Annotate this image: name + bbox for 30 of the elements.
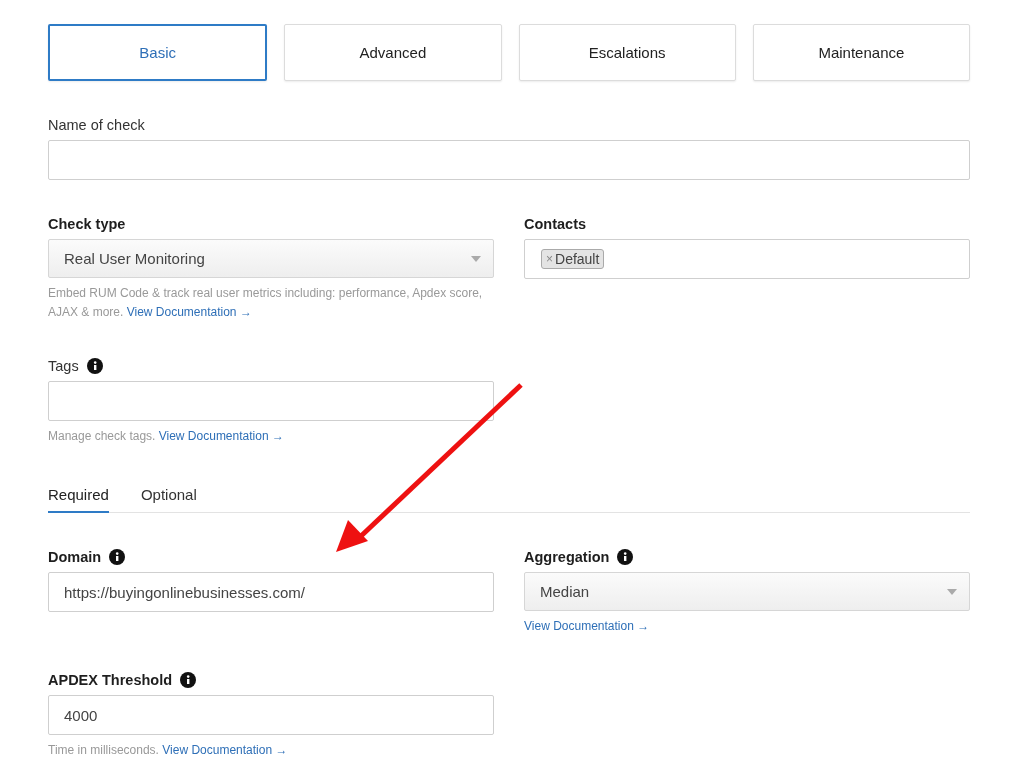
- field-label: Aggregation: [524, 549, 610, 565]
- tab[interactable]: Maintenance: [752, 24, 970, 81]
- field-label: Domain: [48, 549, 102, 565]
- tab[interactable]: Basic: [48, 24, 268, 81]
- tab[interactable]: Optional: [140, 486, 197, 513]
- field-label: Contacts: [524, 216, 587, 232]
- tab[interactable]: Advanced: [284, 24, 502, 81]
- tab[interactable]: Escalations: [518, 24, 736, 81]
- help-text: Time in milliseconds. View Documentation →: [48, 742, 289, 759]
- tab[interactable]: Required: [48, 486, 109, 513]
- field-label: Tags: [48, 358, 79, 374]
- contact-chip: ×Default: [541, 249, 605, 269]
- select-field[interactable]: Real User Monitoring: [48, 239, 494, 278]
- documentation-link[interactable]: View Documentation →: [524, 619, 650, 633]
- caret-icon: [947, 588, 957, 595]
- documentation-link[interactable]: View Documentation →: [162, 743, 288, 757]
- documentation-link[interactable]: View Documentation →: [126, 305, 252, 319]
- help-text: Manage check tags. View Documentation →: [48, 428, 285, 445]
- input-field[interactable]: 4000: [48, 695, 494, 735]
- input-field[interactable]: https://buyingonlinebusinesses.com/: [48, 572, 494, 612]
- help-text: Embed RUM Code & track real user metrics including: performance, Apdex score, AJAX & more. View Documentation →: [48, 285, 484, 321]
- select-field[interactable]: Median: [524, 572, 970, 611]
- field-label: APDEX Threshold: [48, 672, 173, 688]
- caret-icon: [471, 255, 481, 262]
- input-field[interactable]: [48, 381, 494, 421]
- field-label: Check type: [48, 216, 126, 232]
- field-label: Name of check: [48, 117, 145, 133]
- input-field[interactable]: [48, 140, 970, 180]
- documentation-link[interactable]: View Documentation →: [158, 429, 284, 443]
- tag-input-field[interactable]: ×Default: [524, 239, 970, 279]
